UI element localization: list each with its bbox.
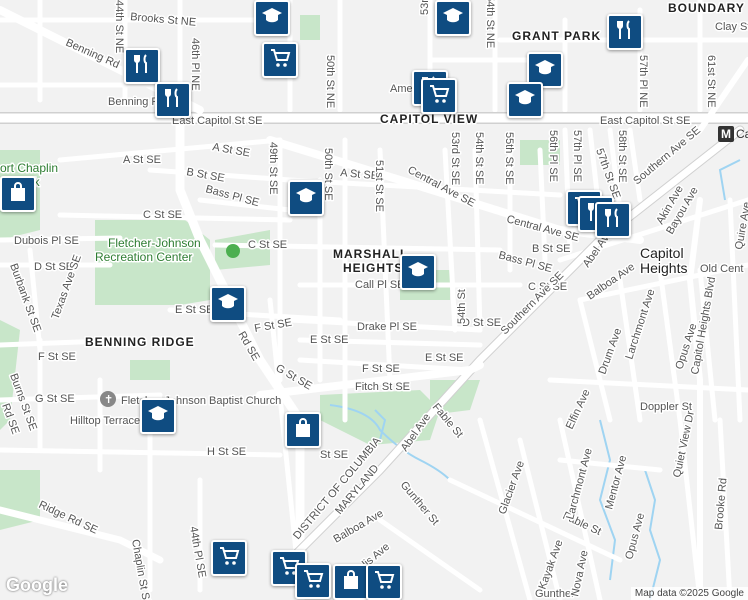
school-marker[interactable] [210,286,246,322]
street-55th-se: 55th St SE [503,132,515,185]
street-e-se-1: E St SE [175,304,214,316]
street-57th-pl-se: 57th Pl SE [571,130,583,182]
park-north [300,15,320,40]
school-icon [513,86,537,115]
school-marker[interactable] [435,0,471,36]
restaurant-marker[interactable] [124,48,160,84]
shopping-cart-marker[interactable] [295,563,331,599]
school-icon [441,4,465,33]
label-capitol-view: CAPITOL VIEW [380,112,478,126]
shopping-bag-marker[interactable] [0,176,36,212]
street-clay: Clay St [715,21,748,33]
street-51st-se: 51st St SE [373,160,385,212]
label-marshall-heights-2: HEIGHTS [343,261,403,275]
park-marker-icon [226,244,240,258]
street-h-se: H St SE [207,446,246,458]
street-a-se-1: A St SE [123,154,161,166]
restaurant-marker[interactable] [595,202,631,238]
street-54th-ne: 54th St NE [484,0,496,48]
label-fletcher-1: Fletcher-Johnson [108,236,201,250]
street-53rd-pl: 53rd Pl [419,0,431,15]
street-b-se-2: B St SE [532,243,571,255]
shopping-bag-icon [339,568,363,597]
shopping-bag-marker[interactable] [333,564,369,600]
school-marker[interactable] [400,254,436,290]
street-st-se: St SE [320,449,348,461]
street-g-se-1: G St SE [35,393,75,405]
street-ame: Ame [390,83,413,95]
street-54th-se-2: 54th St [456,289,468,324]
school-icon [216,290,240,319]
street-old-cent: Old Cent [700,263,743,275]
shopping-cart-icon [372,568,396,597]
street-54th-se-1: 54th St SE [473,132,485,185]
school-icon [260,4,284,33]
street-east-capitol-2: East Capitol St SE [600,115,691,127]
school-icon [146,402,170,431]
street-58th-se: 58th St SE [616,130,628,183]
restaurant-icon [130,52,154,81]
street-c-se-1: C St SE [143,209,182,221]
label-marshall-heights-1: MARSHALL [333,247,408,261]
shopping-bag-marker[interactable] [285,412,321,448]
label-fletcher-2: Recreation Center [95,250,192,264]
shopping-bag-icon [291,416,315,445]
street-dubois: Dubois Pl SE [14,235,79,247]
street-f-se-3: F St SE [362,363,400,375]
map-attribution: Map data ©2025 Google [630,587,748,600]
label-benning-ridge: BENNING RIDGE [85,335,195,349]
street-f-se-1: F St SE [38,351,76,363]
shopping-cart-icon [427,82,451,111]
street-e-se-3: E St SE [425,352,464,364]
shopping-bag-icon [6,180,30,209]
school-marker[interactable] [254,0,290,36]
label-capitol-heights-1: Capitol [640,245,684,261]
google-logo: Google [6,575,68,595]
restaurant-icon [613,18,637,47]
street-c-se-2: C St SE [248,239,287,251]
restaurant-marker[interactable] [607,14,643,50]
label-grant-park: GRANT PARK [512,29,601,43]
street-call-pl: Call Pl SE [355,279,405,291]
street-e-se-2: E St SE [310,334,349,346]
school-icon [294,184,318,213]
label-boundary: BOUNDARY [668,1,745,15]
restaurant-icon [601,206,625,235]
shopping-cart-icon [268,46,292,75]
label-capitol-heights-2: Heights [640,260,687,276]
street-49th: 49th St SE [267,142,279,195]
shopping-cart-marker[interactable] [421,78,457,114]
shopping-cart-marker[interactable] [211,540,247,576]
street-fitch: Fitch St SE [355,381,410,393]
church-cross-icon: ✝ [104,394,113,406]
shopping-cart-icon [301,567,325,596]
shopping-cart-marker[interactable] [262,42,298,78]
label-fort-chaplin-1: ort Chaplin [0,161,58,175]
school-icon [533,56,557,85]
street-61st-ne: 61st St NE [705,55,717,108]
park-benning-ridge [130,360,170,380]
street-57th-pl-ne: 57th Pl NE [637,55,649,108]
restaurant-icon [161,86,185,115]
street-56th-pl: 56th Pl SE [547,130,559,182]
metro-label: Ca [736,127,748,141]
metro-station-icon[interactable]: M [718,126,734,142]
shopping-cart-marker[interactable] [366,564,402,600]
shopping-cart-icon [217,544,241,573]
street-drake-pl: Drake Pl SE [357,321,417,333]
street-44th-ne: 44th St NE [113,0,125,53]
school-marker[interactable] [140,398,176,434]
school-marker[interactable] [288,180,324,216]
school-icon [406,258,430,287]
street-53rd-se: 53rd St SE [449,132,461,185]
school-marker[interactable] [507,82,543,118]
street-46th-pl: 46th Pl NE [189,38,201,91]
street-50th-ne: 50th St NE [324,55,336,108]
restaurant-marker[interactable] [155,82,191,118]
map-canvas[interactable]: BOUNDARY GRANT PARK CAPITOL VIEW MARSHAL… [0,0,748,600]
